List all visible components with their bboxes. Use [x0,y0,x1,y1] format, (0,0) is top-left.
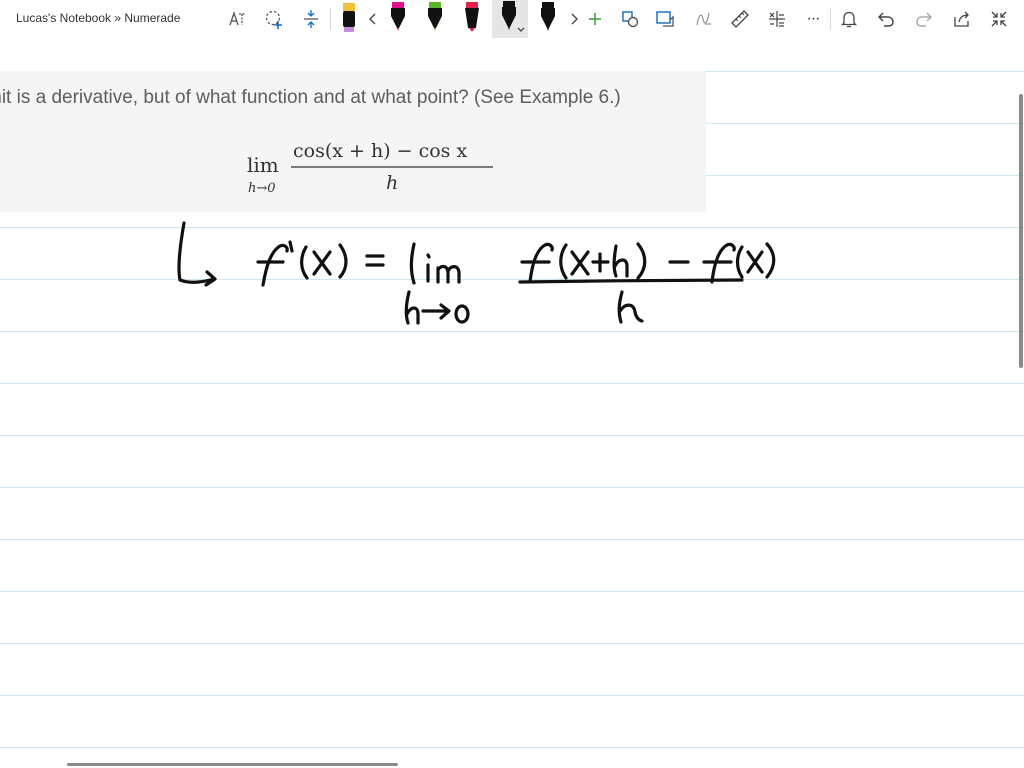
math-button[interactable] [764,0,790,38]
math-icon [769,11,785,27]
ink-f1 [520,242,554,284]
notifications-button[interactable] [836,0,862,38]
insert-space-button[interactable] [298,0,324,38]
ink-num-x1 [570,250,590,276]
ink-fraction-bar [518,278,744,284]
full-page-view-button[interactable] [986,0,1012,38]
add-pen-button[interactable] [584,0,606,38]
add-space-icon [265,10,282,29]
pens-scroll-right[interactable] [565,0,583,38]
toolbar-divider [330,8,331,30]
ink-prime [288,240,294,253]
chevron-right-icon [571,13,578,25]
ink-num-h [612,244,629,278]
add-space-button[interactable] [261,0,287,38]
vertical-scrollbar[interactable] [1019,94,1023,368]
ruler-button[interactable] [727,0,753,38]
ruler-icon [731,10,749,28]
horizontal-scrollbar[interactable] [67,763,398,766]
pen-black-selected[interactable] [492,0,528,38]
ink-num-x2 [746,250,764,274]
ink-to-text-button[interactable] [652,0,678,38]
collapse-icon [991,11,1007,27]
ink-f2 [702,242,736,284]
share-button[interactable] [949,0,975,38]
ink-m [436,264,461,284]
lasso-select-button[interactable] [224,0,250,38]
notebook-page[interactable]: mit is a derivative, but of what functio… [0,38,1024,768]
pen-green[interactable] [422,0,448,38]
pen-magenta[interactable] [385,0,411,38]
redo-button[interactable] [911,0,937,38]
pen-black-icon [502,1,525,32]
toolbar-divider-2 [830,8,831,30]
pens-scroll-left[interactable] [364,0,382,38]
ink-l [409,242,416,285]
pen-black-2[interactable] [535,0,561,38]
undo-button[interactable] [873,0,899,38]
pen-red-icon [465,2,479,32]
ink-i [426,253,431,283]
ink-num-paren1 [559,243,568,280]
pen-green-icon [428,2,442,31]
ink-h-sub [404,290,420,325]
ink-to-math-icon [696,12,711,26]
ink-paren-open [300,245,309,280]
more-button[interactable]: ··· [800,0,826,38]
ink-to-shape-button[interactable] [617,0,643,38]
ink-sub-arrow [421,303,451,320]
chevron-left-icon [369,13,376,25]
redo-icon [916,12,932,27]
insert-space-icon [304,10,318,28]
lasso-select-icon [229,10,245,26]
ink-to-math-button[interactable] [690,0,716,38]
ink-f [256,243,289,287]
ink-num-paren4 [765,242,776,279]
more-icon: ··· [806,10,821,27]
plus-icon [589,13,601,25]
bell-icon [840,11,858,28]
ink-to-shape-icon [622,11,639,28]
ink-plus [591,252,610,273]
undo-icon [878,12,894,27]
ink-zero [454,304,470,324]
ink-x [312,250,332,276]
ink-num-paren2 [636,242,647,280]
pen-magenta-icon [391,2,405,31]
toolbar: Lucas's Notebook » Numerade ··· [0,0,1024,38]
window-title: Lucas's Notebook » Numerade [16,11,181,25]
ink-to-text-icon [656,11,674,27]
highlighter-pen[interactable] [338,0,360,38]
ink-paren-close [338,243,348,279]
ink-den-h [617,290,644,324]
handwritten-derivative-definition[interactable] [0,38,1024,768]
ink-num-paren3 [735,245,744,279]
ink-equals [365,254,385,267]
share-icon [954,11,969,27]
pen-red[interactable] [459,0,485,38]
highlighter-icon [343,3,355,32]
pen-black-2-icon [541,2,555,31]
